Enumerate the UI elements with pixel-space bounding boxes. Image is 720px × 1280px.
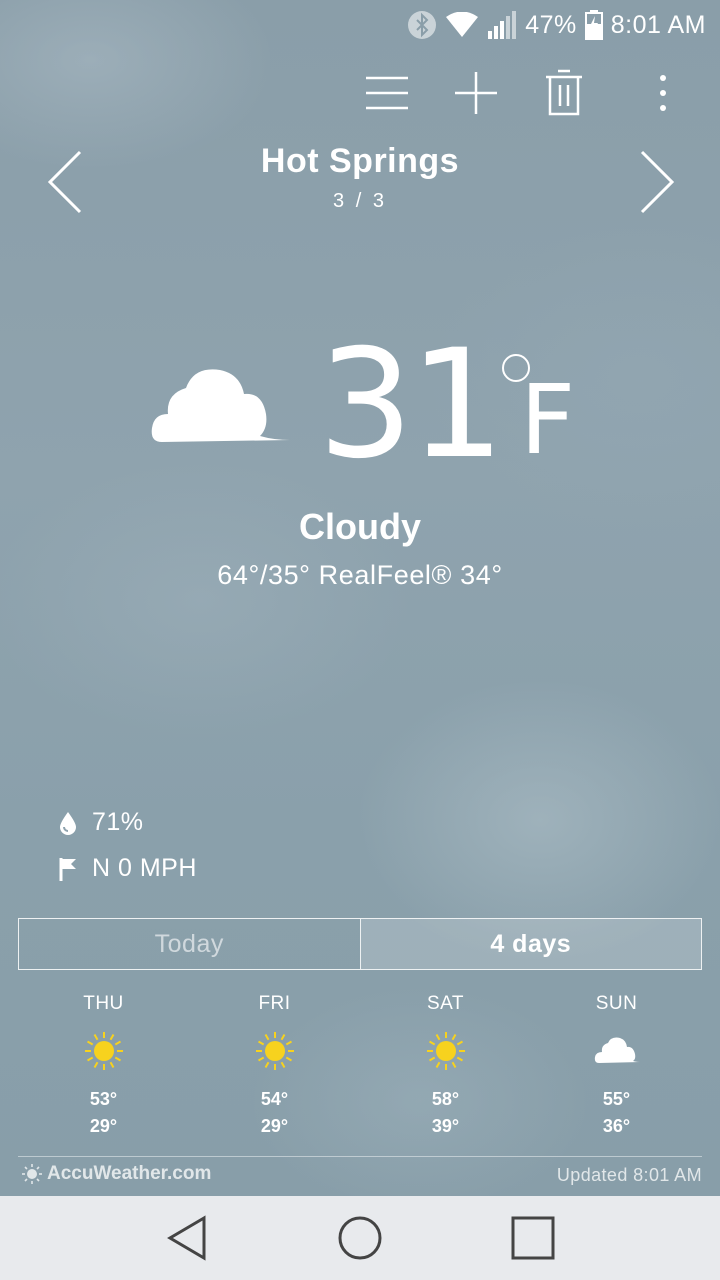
sunny-icon (360, 1018, 531, 1084)
tab-4-days[interactable]: 4 days (360, 919, 701, 969)
forecast-day: THU 53° 29° (18, 990, 189, 1140)
next-location-button[interactable] (628, 142, 688, 222)
trash-icon (546, 69, 582, 116)
forecast-high: 54° (260, 1089, 289, 1109)
humidity-value: 71% (92, 808, 144, 836)
menu-button[interactable] (360, 66, 414, 120)
wind-row: N 0 MPH (58, 854, 197, 883)
back-button[interactable] (152, 1203, 222, 1273)
forecast-day: SAT 58° 39° (360, 990, 531, 1140)
recents-button[interactable] (498, 1203, 568, 1273)
forecast-day: FRI 54° 29° (189, 990, 360, 1140)
forecast-low: 29° (260, 1116, 289, 1136)
tab-today[interactable]: Today (19, 919, 361, 969)
system-nav-bar (0, 1196, 720, 1280)
accuweather-link[interactable]: AccuWeather.com (22, 1163, 211, 1185)
menu-icon (366, 76, 408, 110)
hilo-realfeel: 64°/35° RealFeel® 34° (217, 560, 503, 590)
status-bar: 47% 8:01 AM (0, 0, 720, 50)
signal-icon (487, 11, 517, 39)
chevron-right-icon (640, 150, 675, 214)
add-location-button[interactable] (449, 66, 503, 120)
bluetooth-icon (407, 10, 437, 40)
back-triangle-icon (166, 1215, 206, 1261)
forecast-tabs: Today 4 days (18, 918, 702, 970)
overflow-menu-icon (660, 75, 666, 111)
add-icon (455, 72, 497, 114)
home-circle-icon (338, 1216, 382, 1260)
humidity-row: 71% (58, 808, 144, 837)
accuweather-sun-icon (22, 1164, 42, 1184)
forecast-day-name: THU (83, 993, 124, 1014)
forecast-high: 53° (89, 1089, 118, 1109)
recents-square-icon (511, 1216, 555, 1260)
forecast-low: 39° (431, 1116, 460, 1136)
battery-charging-icon (584, 10, 603, 40)
forecast-day-name: FRI (258, 993, 291, 1014)
weather-app: 47% 8:01 AM Hot Springs 3 / 3 31 F Cloud… (0, 0, 720, 1196)
forecast-list: THU 53° 29° FRI 54° 29° SAT 58° 39° SUN 55° 36° (18, 990, 702, 1140)
temperature-unit: F (520, 364, 576, 476)
status-time: 8:01 AM (610, 10, 706, 39)
wind-flag-icon (59, 857, 76, 881)
current-temperature: 31 (318, 318, 505, 492)
cloudy-icon (531, 1018, 702, 1084)
forecast-high: 55° (602, 1089, 631, 1109)
sunny-icon (189, 1018, 360, 1084)
updated-time: Updated 8:01 AM (556, 1165, 702, 1185)
wind-value: N 0 MPH (92, 854, 197, 882)
city-name: Hot Springs (260, 142, 460, 180)
home-button[interactable] (325, 1203, 395, 1273)
forecast-low: 29° (89, 1116, 118, 1136)
humidity-drop-icon (60, 811, 76, 835)
delete-location-button[interactable] (537, 66, 591, 120)
cloudy-icon (150, 362, 292, 448)
forecast-day-name: SUN (595, 993, 638, 1014)
overflow-menu-button[interactable] (636, 66, 690, 120)
forecast-day: SUN 55° 36° (531, 990, 702, 1140)
current-condition: Cloudy (299, 506, 421, 547)
forecast-low: 36° (602, 1116, 631, 1136)
forecast-day-name: SAT (426, 993, 465, 1014)
wifi-icon (445, 12, 479, 38)
location-page-indicator: 3 / 3 (333, 190, 387, 212)
accuweather-brand: AccuWeather.com (47, 1163, 212, 1184)
sunny-icon (18, 1018, 189, 1084)
battery-percent: 47% (525, 10, 577, 39)
footer-divider (18, 1156, 702, 1157)
forecast-high: 58° (431, 1089, 460, 1109)
